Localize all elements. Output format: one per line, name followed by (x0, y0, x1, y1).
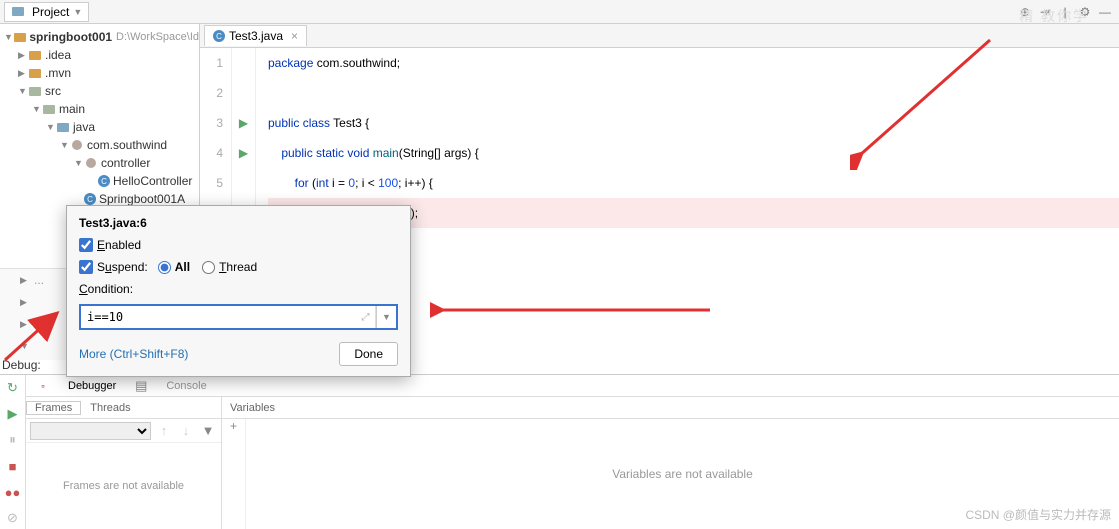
project-label: Project (32, 5, 69, 19)
console-tab[interactable]: Console (166, 380, 206, 392)
all-label: All (175, 260, 190, 274)
run-icon[interactable]: ▶ (232, 138, 255, 168)
rerun-icon[interactable]: ↻ (4, 379, 22, 397)
resume-icon[interactable]: ▶ (4, 405, 22, 423)
folder-icon (57, 123, 69, 132)
class-icon: C (213, 30, 225, 42)
condition-input[interactable] (81, 306, 356, 328)
tree-item[interactable]: ... (34, 273, 44, 287)
tree-item[interactable]: .mvn (45, 66, 71, 80)
editor-tab[interactable]: C Test3.java × (204, 25, 307, 46)
suspend-all-radio[interactable] (158, 261, 171, 274)
more-link[interactable]: More (Ctrl+Shift+F8) (79, 347, 188, 361)
frames-tab[interactable]: Frames (26, 401, 81, 415)
folder-icon (29, 51, 41, 60)
debugger-tab[interactable]: Debugger (68, 380, 116, 392)
debug-controls: ↻ ▶ ⏸ ■ ●● ⊘ (0, 375, 26, 529)
threads-tab[interactable]: Threads (81, 401, 139, 415)
suspend-label: Suspend: (97, 260, 148, 274)
tree-item[interactable]: HelloController (113, 174, 192, 188)
folder-icon (43, 105, 55, 114)
package-icon (72, 140, 82, 150)
tree-item[interactable]: .idea (45, 48, 71, 62)
project-icon (12, 7, 24, 16)
package-icon (86, 158, 96, 168)
suspend-thread-radio[interactable] (202, 261, 215, 274)
close-icon[interactable]: × (291, 29, 298, 43)
tree-item[interactable]: com.southwind (87, 138, 167, 152)
pause-icon[interactable]: ⏸ (4, 431, 22, 449)
folder-icon (29, 87, 41, 96)
thread-label: Thread (219, 260, 257, 274)
variables-header: Variables (222, 397, 1119, 419)
folder-icon (29, 69, 41, 78)
hide-icon[interactable]: — (1095, 2, 1115, 22)
enabled-checkbox[interactable] (79, 238, 93, 252)
watermark-top: 精 教你学 (1019, 6, 1089, 26)
project-dropdown[interactable]: Project ▼ (4, 2, 89, 22)
filter-icon[interactable]: ▼ (199, 422, 217, 440)
suspend-checkbox[interactable] (79, 260, 93, 274)
condition-label: Condition: (79, 282, 133, 296)
debug-label: Debug: (2, 358, 41, 372)
tree-item[interactable]: Springboot001A (99, 192, 185, 206)
mute-icon[interactable]: ⊘ (4, 509, 22, 527)
tree-root[interactable]: springboot001 (29, 30, 112, 44)
debugger-icon: ⬞ (34, 377, 52, 395)
chevron-down-icon: ▼ (73, 7, 82, 17)
tree-item[interactable]: src (45, 84, 61, 98)
done-button[interactable]: Done (339, 342, 398, 366)
chevron-down-icon[interactable]: ▼ (376, 306, 396, 328)
tree-path: D:\WorkSpace\Id (116, 31, 199, 43)
thread-select[interactable] (30, 422, 151, 440)
class-icon: C (84, 193, 96, 205)
module-icon (14, 33, 26, 42)
breakpoints-icon[interactable]: ●● (4, 483, 22, 501)
watermark: CSDN @颜值与实力并存源 (965, 506, 1111, 523)
class-icon: C (98, 175, 110, 187)
stop-icon[interactable]: ■ (4, 457, 22, 475)
enabled-label: Enabled (97, 238, 141, 252)
popup-title: Test3.java:6 (79, 216, 398, 230)
breakpoint-popup: Test3.java:6 Enabled Suspend: All Thread… (66, 205, 411, 377)
tree-item[interactable]: java (73, 120, 95, 134)
tab-label: Test3.java (229, 29, 283, 43)
expand-icon[interactable]: ⤢ (356, 306, 376, 328)
tree-item[interactable]: controller (101, 156, 150, 170)
condition-field[interactable]: ⤢ ▼ (79, 304, 398, 330)
console-icon: ▤ (132, 377, 150, 395)
frames-empty: Frames are not available (26, 443, 221, 529)
add-watch-icon[interactable]: + (222, 419, 245, 441)
next-frame-icon[interactable]: ↓ (177, 422, 195, 440)
run-icon[interactable]: ▶ (232, 108, 255, 138)
tree-item[interactable]: main (59, 102, 85, 116)
prev-frame-icon[interactable]: ↑ (155, 422, 173, 440)
